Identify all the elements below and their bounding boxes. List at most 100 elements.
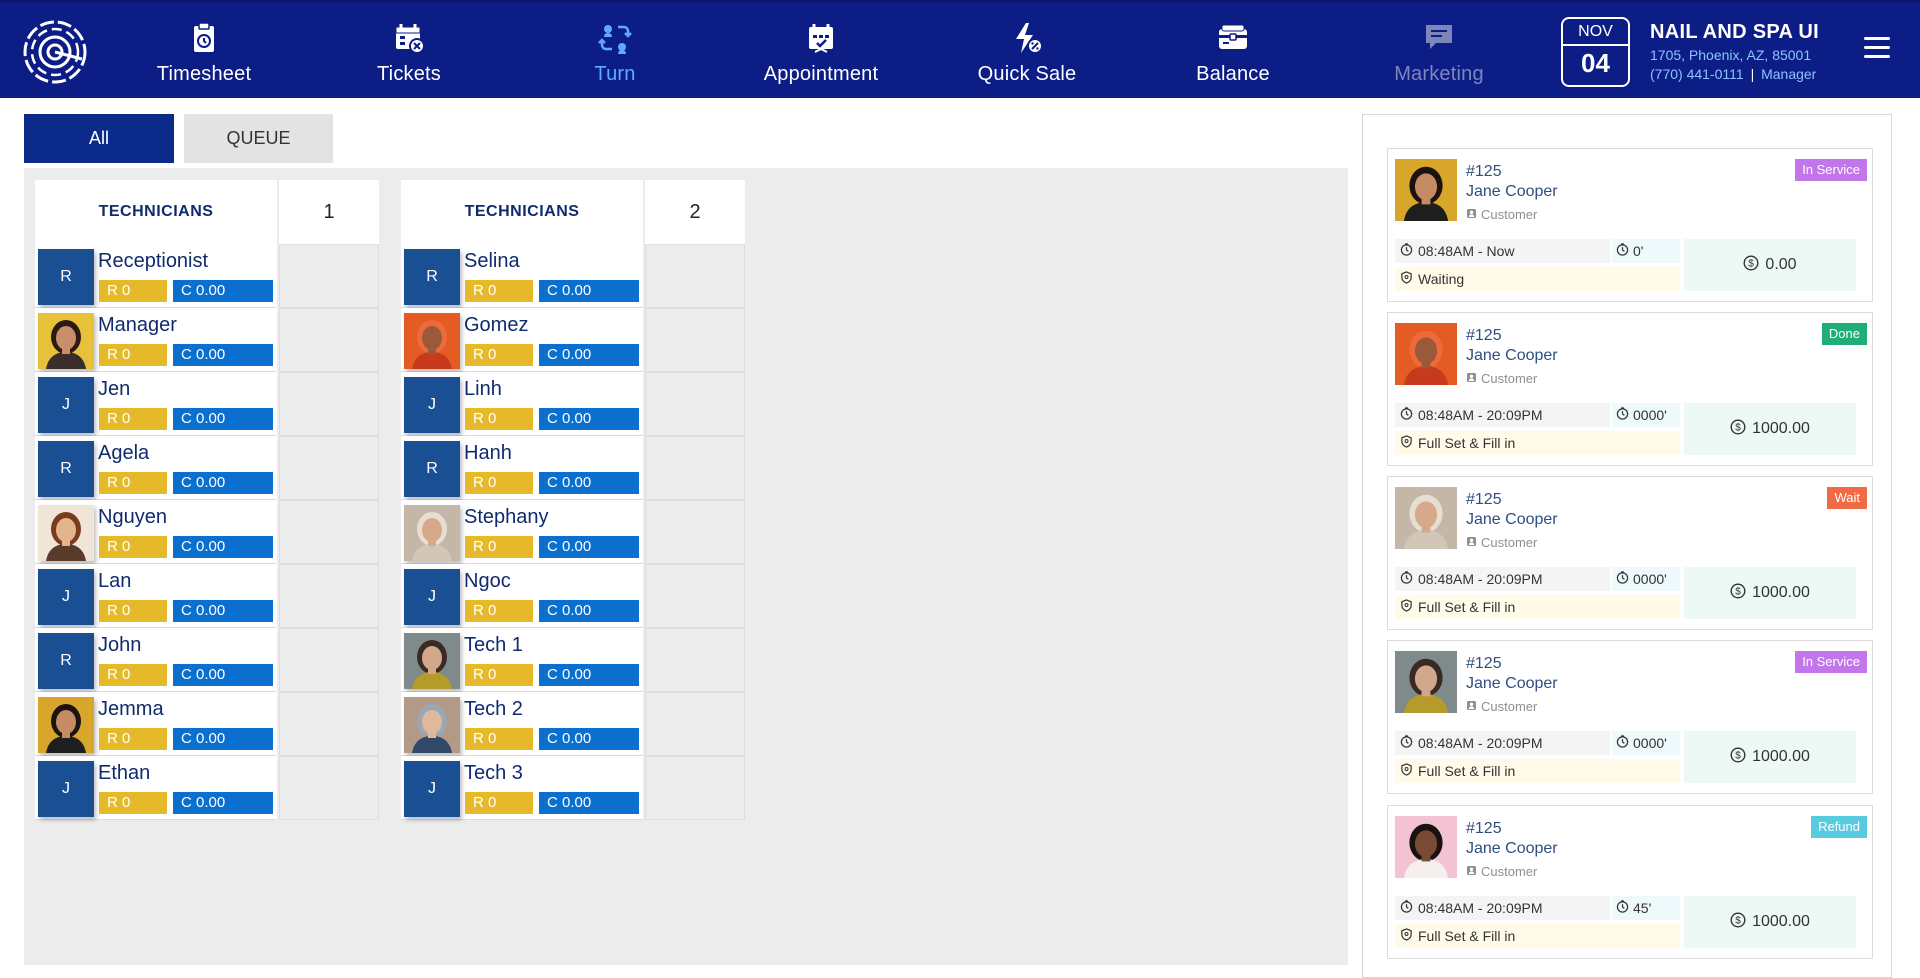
duration-label: 0000'	[1633, 571, 1667, 587]
turn-count-chip: R 0	[465, 344, 533, 366]
nav-label: Balance	[1196, 63, 1270, 85]
turn-slot[interactable]	[645, 372, 745, 436]
customer-name: Jane Cooper	[1466, 511, 1558, 528]
turn-slot[interactable]	[645, 244, 745, 308]
ticket-number: #125	[1466, 820, 1502, 837]
technician-row[interactable]: Nguyen R 0 C 0.00	[35, 500, 379, 564]
customer-icon	[1466, 535, 1477, 550]
technician-row[interactable]: J Ngoc R 0 C 0.00	[401, 564, 745, 628]
tickets-icon	[392, 21, 426, 55]
turn-slot[interactable]	[279, 692, 379, 756]
turn-slot[interactable]	[645, 564, 745, 628]
turn-slot[interactable]	[279, 500, 379, 564]
technician-row[interactable]: R Agela R 0 C 0.00	[35, 436, 379, 500]
commission-chip: C 0.00	[539, 472, 639, 494]
turn-slot[interactable]	[645, 692, 745, 756]
turn-slot[interactable]	[279, 244, 379, 308]
turn-slot[interactable]	[279, 308, 379, 372]
technician-card[interactable]: R Receptionist R 0 C 0.00	[35, 244, 277, 308]
technician-row[interactable]: R Selina R 0 C 0.00	[401, 244, 745, 308]
technician-card[interactable]: Tech 2 R 0 C 0.00	[401, 692, 643, 756]
customer-role: Customer	[1466, 535, 1537, 550]
technician-row[interactable]: R John R 0 C 0.00	[35, 628, 379, 692]
technician-row[interactable]: J Linh R 0 C 0.00	[401, 372, 745, 436]
service-icon	[1400, 763, 1413, 779]
technician-row[interactable]: Tech 2 R 0 C 0.00	[401, 692, 745, 756]
technician-card[interactable]: Gomez R 0 C 0.00	[401, 308, 643, 372]
turn-slot[interactable]	[645, 500, 745, 564]
date-calendar[interactable]: NOV 04	[1561, 17, 1630, 87]
technician-card[interactable]: J Ngoc R 0 C 0.00	[401, 564, 643, 628]
technician-row[interactable]: J Jen R 0 C 0.00	[35, 372, 379, 436]
technician-card[interactable]: Stephany R 0 C 0.00	[401, 500, 643, 564]
duration: 0000'	[1612, 731, 1680, 755]
technician-row[interactable]: J Ethan R 0 C 0.00	[35, 756, 379, 820]
technician-row[interactable]: Jemma R 0 C 0.00	[35, 692, 379, 756]
technician-card[interactable]: J Jen R 0 C 0.00	[35, 372, 277, 436]
turn-count-chip: R 0	[465, 408, 533, 430]
technician-avatar: R	[38, 441, 94, 497]
technician-row[interactable]: Stephany R 0 C 0.00	[401, 500, 745, 564]
technician-card[interactable]: Jemma R 0 C 0.00	[35, 692, 277, 756]
technician-card[interactable]: R Hanh R 0 C 0.00	[401, 436, 643, 500]
calendar-day: 04	[1581, 48, 1610, 78]
technician-avatar: R	[404, 441, 460, 497]
turn-count-chip: R 0	[99, 408, 167, 430]
technician-card[interactable]: J Lan R 0 C 0.00	[35, 564, 277, 628]
turn-count-chip: R 0	[465, 728, 533, 750]
turn-slot[interactable]	[279, 756, 379, 820]
status-badge: Wait	[1827, 487, 1867, 509]
turn-slot[interactable]	[645, 436, 745, 500]
technician-row[interactable]: Gomez R 0 C 0.00	[401, 308, 745, 372]
hamburger-menu-icon[interactable]	[1864, 37, 1890, 59]
user-role[interactable]: Manager	[1761, 66, 1816, 82]
turn-slot[interactable]	[645, 308, 745, 372]
technician-card[interactable]: J Ethan R 0 C 0.00	[35, 756, 277, 820]
technician-photo	[404, 697, 460, 753]
nav-item-appointment[interactable]: Appointment	[736, 21, 906, 91]
technician-row[interactable]: J Lan R 0 C 0.00	[35, 564, 379, 628]
nav-item-timesheet[interactable]: Timesheet	[119, 21, 289, 91]
turn-slot[interactable]	[645, 628, 745, 692]
ticket-card[interactable]: #125 Jane Cooper Customer In Service 08:48AM…	[1387, 148, 1873, 302]
technician-name: Linh	[464, 378, 502, 400]
clock-icon	[1400, 243, 1413, 259]
technician-row[interactable]: Tech 1 R 0 C 0.00	[401, 628, 745, 692]
nav-item-turn[interactable]: Turn	[530, 21, 700, 91]
technician-row[interactable]: J Tech 3 R 0 C 0.00	[401, 756, 745, 820]
technician-card[interactable]: Nguyen R 0 C 0.00	[35, 500, 277, 564]
turn-slot[interactable]	[279, 436, 379, 500]
technician-card[interactable]: J Linh R 0 C 0.00	[401, 372, 643, 436]
technician-row[interactable]: R Hanh R 0 C 0.00	[401, 436, 745, 500]
nav-item-marketing[interactable]: Marketing	[1354, 21, 1524, 91]
technician-card[interactable]: R Agela R 0 C 0.00	[35, 436, 277, 500]
turn-slot[interactable]	[279, 564, 379, 628]
tab-queue[interactable]: QUEUE	[184, 114, 333, 163]
technician-name: Hanh	[464, 442, 512, 464]
ticket-card[interactable]: #125 Jane Cooper Customer Refund 08:48AM - 2…	[1387, 805, 1873, 959]
technician-row[interactable]: Manager R 0 C 0.00	[35, 308, 379, 372]
technician-card[interactable]: R John R 0 C 0.00	[35, 628, 277, 692]
ticket-card[interactable]: #125 Jane Cooper Customer Wait 08:48AM - 20:…	[1387, 476, 1873, 630]
app-logo-icon[interactable]	[22, 19, 88, 85]
turn-slot[interactable]	[279, 628, 379, 692]
store-address: 1705, Phoenix, AZ, 85001	[1650, 47, 1812, 63]
technician-card[interactable]: Tech 1 R 0 C 0.00	[401, 628, 643, 692]
quick-sale-icon	[1010, 21, 1044, 55]
nav-label: Appointment	[763, 63, 879, 85]
ticket-card[interactable]: #125 Jane Cooper Customer In Service 08:48AM…	[1387, 640, 1873, 794]
technician-card[interactable]: R Selina R 0 C 0.00	[401, 244, 643, 308]
turn-slot[interactable]	[645, 756, 745, 820]
technician-card[interactable]: J Tech 3 R 0 C 0.00	[401, 756, 643, 820]
nav-item-tickets[interactable]: Tickets	[324, 21, 494, 91]
tab-all[interactable]: All	[24, 114, 174, 163]
ticket-card[interactable]: #125 Jane Cooper Customer Done 08:48AM - 20:…	[1387, 312, 1873, 466]
duration-label: 0000'	[1633, 735, 1667, 751]
amount-label: 0.00	[1765, 256, 1797, 273]
nav-item-balance[interactable]: Balance	[1148, 21, 1318, 91]
nav-item-quick-sale[interactable]: Quick Sale	[942, 21, 1112, 91]
turn-slot[interactable]	[279, 372, 379, 436]
technician-row[interactable]: R Receptionist R 0 C 0.00	[35, 244, 379, 308]
technician-name: Gomez	[464, 314, 529, 336]
technician-card[interactable]: Manager R 0 C 0.00	[35, 308, 277, 372]
